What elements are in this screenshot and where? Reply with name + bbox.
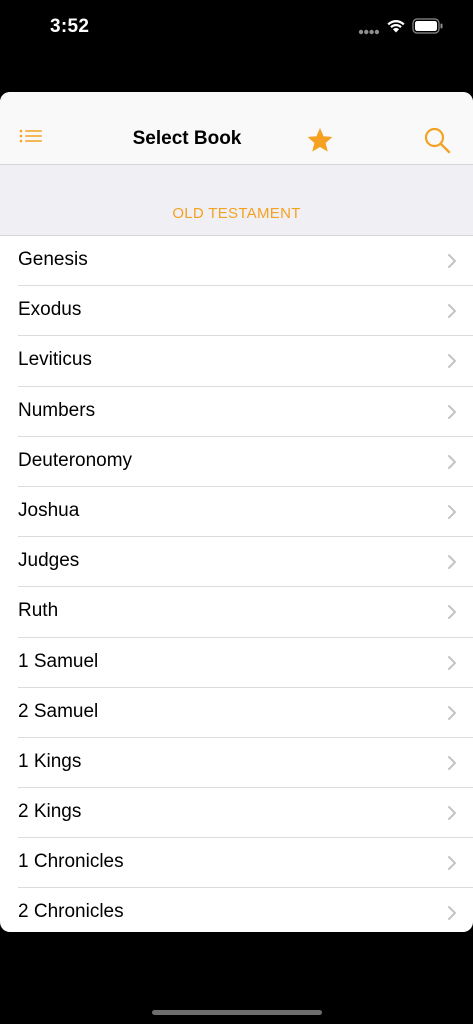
- book-row-judges[interactable]: Judges: [0, 537, 473, 588]
- book-label: Genesis: [18, 249, 88, 270]
- book-row-1-chronicles[interactable]: 1 Chronicles: [0, 838, 473, 889]
- status-bar: 3:52: [0, 0, 473, 56]
- book-row-deuteronomy[interactable]: Deuteronomy: [0, 437, 473, 488]
- book-row-leviticus[interactable]: Leviticus: [0, 336, 473, 387]
- chevron-right-icon: [448, 856, 456, 871]
- book-row-numbers[interactable]: Numbers: [0, 387, 473, 437]
- search-icon: [424, 127, 451, 154]
- chevron-right-icon: [448, 655, 456, 670]
- cellular-signal-icon: [358, 22, 380, 40]
- chevron-right-icon: [448, 555, 456, 570]
- book-label: Ruth: [18, 600, 59, 622]
- chevron-right-icon: [448, 404, 456, 419]
- book-label: Numbers: [18, 399, 96, 421]
- book-label: Exodus: [18, 299, 82, 321]
- home-indicator[interactable]: [152, 1010, 322, 1015]
- book-label: 2 Chronicles: [18, 901, 124, 923]
- chevron-right-icon: [448, 755, 456, 770]
- chevron-right-icon: [448, 605, 456, 620]
- section-header-label: OLD TESTAMENT: [172, 205, 301, 222]
- book-row-1-kings[interactable]: 1 Kings: [0, 738, 473, 789]
- book-row-exodus[interactable]: Exodus: [0, 286, 473, 337]
- chevron-right-icon: [448, 806, 456, 821]
- book-label: Deuteronomy: [18, 449, 133, 471]
- battery-icon: [412, 18, 444, 39]
- book-label: Leviticus: [18, 349, 92, 371]
- status-time: 3:52: [50, 16, 90, 37]
- book-row-2-samuel[interactable]: 2 Samuel: [0, 688, 473, 739]
- book-row-genesis[interactable]: Genesis: [0, 236, 473, 287]
- section-header: OLD TESTAMENT: [0, 165, 473, 236]
- book-label: 1 Kings: [18, 750, 82, 772]
- book-label: 2 Samuel: [18, 700, 99, 722]
- book-row-2-chronicles[interactable]: 2 Chronicles: [0, 888, 473, 932]
- search-button[interactable]: [422, 125, 454, 157]
- chevron-right-icon: [448, 454, 456, 469]
- book-row-2-kings[interactable]: 2 Kings: [0, 788, 473, 839]
- navigation-bar: Select Book: [0, 92, 473, 165]
- wifi-icon: [386, 17, 406, 38]
- chevron-right-icon: [448, 354, 456, 369]
- book-row-joshua[interactable]: Joshua: [0, 487, 473, 538]
- book-picker-sheet: Select Book OLD TESTAMENT Genesis Exodus…: [0, 92, 473, 932]
- book-label: Joshua: [18, 499, 80, 521]
- star-icon: [307, 128, 333, 152]
- book-label: 1 Chronicles: [18, 851, 124, 873]
- chevron-right-icon: [448, 504, 456, 519]
- favorites-button[interactable]: [305, 125, 337, 157]
- chevron-right-icon: [448, 705, 456, 720]
- book-row-1-samuel[interactable]: 1 Samuel: [0, 638, 473, 688]
- book-row-ruth[interactable]: Ruth: [0, 587, 473, 638]
- book-label: 1 Samuel: [18, 650, 99, 672]
- book-label: 2 Kings: [18, 801, 82, 823]
- book-label: Judges: [18, 550, 80, 572]
- chevron-right-icon: [448, 906, 456, 921]
- book-list: Genesis Exodus Leviticus Numbers Deutero…: [0, 236, 473, 932]
- chevron-right-icon: [448, 304, 456, 319]
- chevron-right-icon: [448, 254, 456, 268]
